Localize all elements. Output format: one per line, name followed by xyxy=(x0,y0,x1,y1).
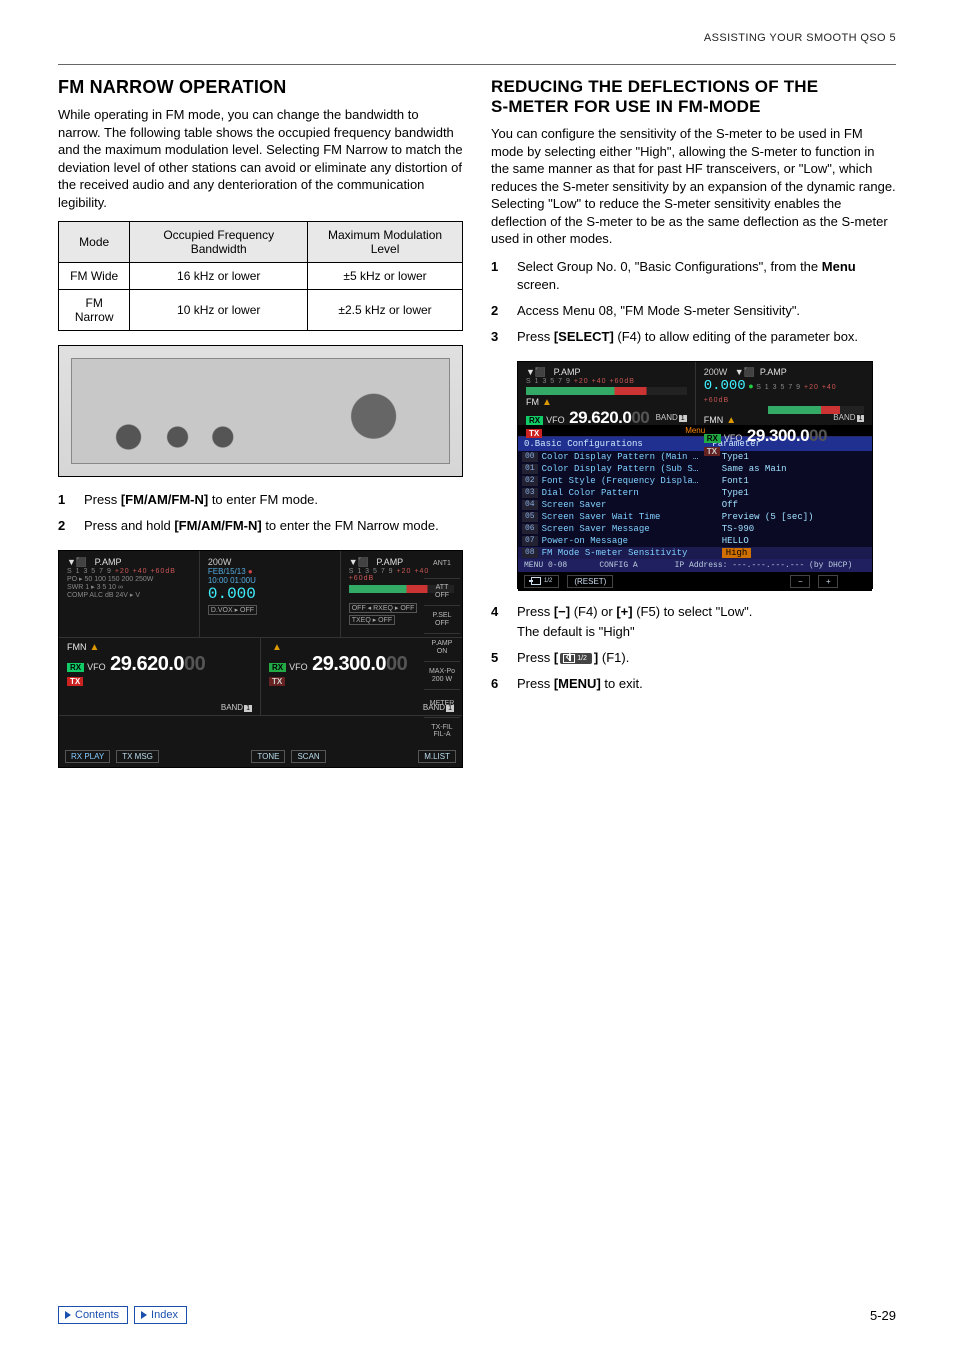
triangle-icon xyxy=(65,1311,71,1319)
step-text: (F4) or xyxy=(570,604,616,619)
escape-icon xyxy=(531,577,541,585)
step-text: Select Group No. 0, "Basic Configuration… xyxy=(517,259,822,274)
lcd-main-freq: FMN▲ RXVFO 29.620.000 TX BAND1 xyxy=(59,638,260,715)
triangle-icon xyxy=(141,1311,147,1319)
step-key: [SELECT] xyxy=(554,329,614,344)
step-key: [−] xyxy=(554,604,570,619)
escape-button-icon: 1/2 xyxy=(560,653,592,665)
lcd-screenshot: ▼⬛ P.AMP S 1 3 5 7 9 +20 +40 +60dB PO ▸ … xyxy=(58,550,463,768)
menu-top-sub: 200W ▼⬛ P.AMP 0.000 ● S 1 3 5 7 9 +20 +4… xyxy=(695,362,873,425)
step-text: (F5) to select "Low". xyxy=(633,604,753,619)
left-steps: Press [FM/AM/FM-N] to enter FM mode. Pre… xyxy=(58,491,463,535)
lcd-main-top: ▼⬛ P.AMP S 1 3 5 7 9 +20 +40 +60dB PO ▸ … xyxy=(59,551,199,637)
lcd-side-labels: ANT1 ATTOFF P.SELOFF P.AMPON MAX-Po200 W… xyxy=(424,551,460,745)
step-text: Access Menu 08, "FM Mode S-meter Sensiti… xyxy=(517,303,800,318)
step-key: [MENU] xyxy=(554,676,601,691)
menu-list: 0.Basic ConfigurationsParameter 00Color … xyxy=(518,436,872,572)
table-row: FM Narrow 10 kHz or lower ±2.5 kHz or lo… xyxy=(59,290,463,331)
step-key: [FM/AM/FM-N] xyxy=(121,492,208,507)
step-key: [FM/AM/FM-N] xyxy=(174,518,261,533)
th-mode: Mode xyxy=(59,222,130,263)
step-text: to enter FM mode. xyxy=(208,492,318,507)
lcd-sub-top: 200W FEB/15/13 ● 10:00 01:00U 0.000 D.VO… xyxy=(199,551,340,637)
contents-button[interactable]: Contents xyxy=(58,1306,128,1324)
step-text: Press xyxy=(84,492,121,507)
step-3: Press [SELECT] (F4) to allow editing of … xyxy=(491,328,896,346)
step-text: Press xyxy=(517,604,554,619)
table-row: FM Wide 16 kHz or lower ±5 kHz or lower xyxy=(59,263,463,290)
step-2: Press and hold [FM/AM/FM-N] to enter the… xyxy=(58,517,463,535)
step-text: Press xyxy=(517,676,554,691)
step-4: Press [−] (F4) or [+] (F5) to select "Lo… xyxy=(491,603,896,641)
left-intro: While operating in FM mode, you can chan… xyxy=(58,106,463,211)
step-text: Press and hold xyxy=(84,518,174,533)
step-text: (F1). xyxy=(598,650,629,665)
step-key: [+] xyxy=(616,604,632,619)
right-steps-1-3: Select Group No. 0, "Basic Configuration… xyxy=(491,258,896,347)
right-column: REDUCING THE DEFLECTIONS OF THES-METER F… xyxy=(491,65,896,782)
mode-table: Mode Occupied Frequency Bandwidth Maximu… xyxy=(58,221,463,331)
cell: 10 kHz or lower xyxy=(130,290,308,331)
th-modlevel: Maximum Modulation Level xyxy=(308,222,463,263)
left-column: FM NARROW OPERATION While operating in F… xyxy=(58,65,463,782)
step-key: Menu xyxy=(822,259,856,274)
radio-front-panel-image xyxy=(58,345,463,477)
step-2: Access Menu 08, "FM Mode S-meter Sensiti… xyxy=(491,302,896,320)
page-number: 5-29 xyxy=(870,1308,896,1323)
step-text: Press xyxy=(517,650,554,665)
step-text: screen. xyxy=(517,277,560,292)
cell: 16 kHz or lower xyxy=(130,263,308,290)
left-heading: FM NARROW OPERATION xyxy=(58,77,463,98)
cell: FM Narrow xyxy=(59,290,130,331)
index-button[interactable]: Index xyxy=(134,1306,187,1324)
step-5: Press [1/2] (F1). xyxy=(491,649,896,667)
step-6: Press [MENU] to exit. xyxy=(491,675,896,693)
step-text: (F4) to allow editing of the parameter b… xyxy=(614,329,858,344)
step-key: [ xyxy=(554,650,558,665)
cell: ±2.5 kHz or lower xyxy=(308,290,463,331)
lcd-softkeys: RX PLAY TX MSG TONE SCAN M.LIST xyxy=(59,715,462,767)
th-bandwidth: Occupied Frequency Bandwidth xyxy=(130,222,308,263)
menu-softkeys: 1/2 (RESET) − + xyxy=(518,572,872,591)
step-text: to exit. xyxy=(601,676,643,691)
page-footer: Contents Index 5-29 xyxy=(58,1306,896,1324)
right-heading: REDUCING THE DEFLECTIONS OF THES-METER F… xyxy=(491,77,896,117)
menu-top-main: ▼⬛ P.AMP S 1 3 5 7 9 +20 +40 +60dB FM▲ R… xyxy=(518,362,695,425)
right-steps-4-6: Press [−] (F4) or [+] (F5) to select "Lo… xyxy=(491,603,896,694)
step-text: Press xyxy=(517,329,554,344)
cell: FM Wide xyxy=(59,263,130,290)
right-intro: You can configure the sensitivity of the… xyxy=(491,125,896,248)
cell: ±5 kHz or lower xyxy=(308,263,463,290)
menu-screenshot: ▼⬛ P.AMP S 1 3 5 7 9 +20 +40 +60dB FM▲ R… xyxy=(517,361,873,589)
step-1: Select Group No. 0, "Basic Configuration… xyxy=(491,258,896,294)
step-sub: The default is "High" xyxy=(517,623,896,641)
running-head: ASSISTING YOUR SMOOTH QSO 5 xyxy=(58,32,896,44)
step-1: Press [FM/AM/FM-N] to enter FM mode. xyxy=(58,491,463,509)
step-text: to enter the FM Narrow mode. xyxy=(262,518,439,533)
